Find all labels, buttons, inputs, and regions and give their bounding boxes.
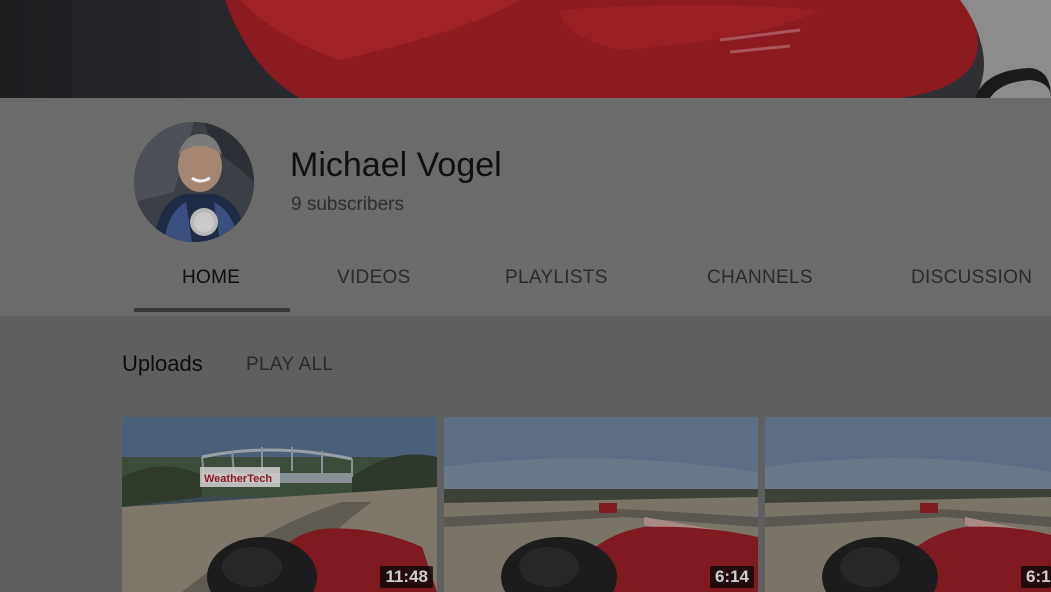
- channel-page: Michael Vogel 9 subscribers HOME VIDEOS …: [0, 0, 1051, 592]
- active-tab-indicator: [134, 308, 290, 312]
- tab-home[interactable]: HOME: [182, 267, 240, 289]
- tab-discussion[interactable]: DISCUSSION: [911, 267, 1032, 289]
- tab-videos[interactable]: VIDEOS: [337, 267, 411, 289]
- channel-tabs: HOME VIDEOS PLAYLISTS CHANNELS DISCUSSIO…: [0, 250, 1051, 314]
- subscriber-count: 9 subscribers: [291, 194, 404, 215]
- avatar-photo: [134, 122, 254, 242]
- tab-playlists[interactable]: PLAYLISTS: [505, 267, 608, 289]
- video-duration-2: 6:14: [709, 566, 754, 588]
- channel-name: Michael Vogel: [290, 146, 502, 184]
- tab-channels[interactable]: CHANNELS: [707, 267, 813, 289]
- video-thumbnail-3[interactable]: 6:1: [765, 417, 1051, 592]
- banner-image: [0, 0, 1051, 98]
- channel-banner: [0, 0, 1051, 98]
- uploads-title[interactable]: Uploads: [122, 351, 203, 377]
- play-all-button[interactable]: PLAY ALL: [246, 354, 333, 376]
- video-duration-3: 6:1: [1021, 566, 1051, 588]
- channel-avatar[interactable]: [134, 122, 254, 242]
- video-thumbnail-1[interactable]: WeatherTech 11:48: [122, 417, 437, 592]
- video-thumbnail: [765, 417, 1051, 592]
- bridge-sign-text: WeatherTech: [204, 473, 272, 485]
- video-duration-1: 11:48: [380, 566, 433, 588]
- video-thumbnail-2[interactable]: 6:14: [444, 417, 758, 592]
